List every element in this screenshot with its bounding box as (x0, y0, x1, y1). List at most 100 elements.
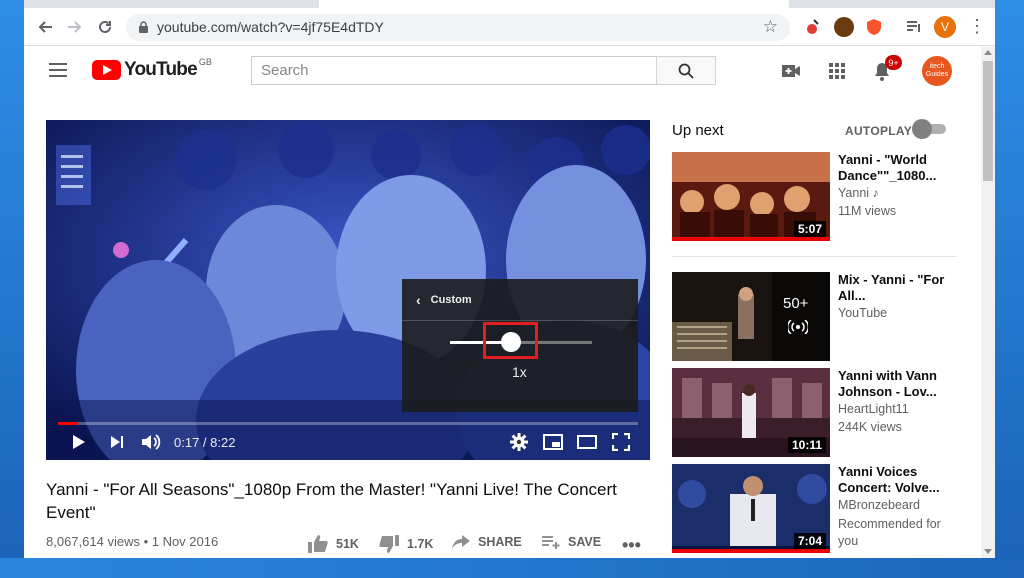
reload-button[interactable] (94, 16, 116, 38)
mix-thumbnail[interactable]: 50+ (672, 272, 830, 361)
like-button[interactable]: 51K (308, 535, 359, 553)
playlist-count: 50+ (783, 295, 809, 312)
thumbs-down-icon (379, 535, 399, 553)
theater-icon (577, 435, 597, 449)
miniplayer-button[interactable] (542, 432, 564, 452)
notification-badge: 9+ (885, 55, 902, 70)
apps-grid-icon[interactable] (826, 60, 848, 82)
reload-icon (99, 20, 111, 33)
up-next-item-3[interactable]: 10:11 Yanni with Vann Johnson - Lov... H… (672, 368, 962, 457)
play-icon (73, 435, 85, 449)
fullscreen-icon (612, 433, 630, 451)
search-input[interactable] (252, 57, 656, 84)
more-actions-icon[interactable]: ••• (622, 535, 641, 556)
autoplay-label: AUTOPLAY (845, 124, 913, 138)
desktop-background-left (0, 0, 24, 578)
search-button[interactable] (656, 56, 716, 85)
video-title[interactable]: Mix - Yanni - "For All... (838, 272, 958, 304)
scroll-down-arrow-icon[interactable] (984, 549, 992, 554)
save-label: SAVE (568, 535, 602, 549)
thumbs-up-icon (308, 535, 328, 553)
video-duration: 5:07 (793, 221, 826, 237)
video-thumbnail[interactable]: 10:11 (672, 368, 830, 457)
channel-name[interactable]: YouTube (838, 306, 958, 320)
speed-menu-title: Custom (430, 293, 472, 306)
channel-name[interactable]: Yanni ♪ (838, 186, 958, 200)
playback-speed-menu: ‹ Custom 1x (402, 279, 638, 412)
browser-menu-icon[interactable]: ⋮ (968, 16, 986, 37)
media-queue-icon[interactable] (904, 17, 924, 37)
save-button[interactable]: SAVE (542, 535, 601, 549)
play-button[interactable] (70, 432, 88, 452)
video-title: Yanni - "For All Seasons"_1080p From the… (46, 480, 617, 522)
share-icon (452, 535, 470, 549)
highlight-box (483, 322, 538, 359)
up-next-item-2[interactable]: 50+ Mix - Yanni - "For All... YouTube (672, 272, 962, 361)
skip-next-icon (111, 436, 123, 448)
gear-icon (510, 433, 528, 451)
share-button[interactable]: SHARE (452, 535, 522, 549)
up-next-item-1[interactable]: 5:07 Yanni - "World Dance""_1080... Yann… (672, 152, 962, 244)
create-video-icon[interactable] (780, 60, 802, 82)
video-title[interactable]: Yanni - "World Dance""_1080... (838, 152, 958, 184)
browser-toolbar: youtube.com/watch?v=4jf75E4dTDY ☆ V ⋮ (24, 8, 995, 46)
video-duration: 10:11 (787, 437, 826, 453)
active-tab[interactable] (319, 0, 789, 8)
volume-icon (142, 434, 161, 450)
scrollbar-thumb[interactable] (983, 61, 993, 181)
speed-value: 1x (512, 364, 527, 380)
shield-extension-icon[interactable] (864, 17, 884, 37)
address-bar[interactable]: youtube.com/watch?v=4jf75E4dTDY ☆ (126, 14, 790, 41)
video-duration: 7:04 (793, 533, 826, 549)
mute-button[interactable] (140, 432, 162, 452)
channel-name[interactable]: MBronzebeard (838, 498, 958, 512)
video-title[interactable]: Yanni with Vann Johnson - Lov... (838, 368, 958, 400)
forward-button[interactable] (64, 16, 86, 38)
tab-strip (24, 0, 995, 8)
dislike-count: 1.7K (407, 537, 434, 551)
miniplayer-icon (543, 434, 563, 450)
extension-icon-2[interactable] (834, 17, 854, 37)
region-code: GB (198, 57, 212, 67)
extension-icon-1[interactable] (804, 17, 824, 37)
youtube-logo[interactable]: YouTube GB (92, 57, 212, 81)
up-next-heading: Up next (672, 122, 724, 139)
like-count: 51K (336, 537, 359, 551)
fullscreen-button[interactable] (611, 432, 631, 452)
autoplay-toggle[interactable] (912, 119, 948, 139)
search-box (251, 56, 656, 85)
video-thumbnail[interactable]: 7:04 (672, 464, 830, 553)
desktop-background-right (995, 0, 1024, 578)
add-to-playlist-icon (542, 536, 560, 549)
menu-icon[interactable] (49, 63, 67, 77)
video-thumbnail[interactable]: 5:07 (672, 152, 830, 241)
view-count: 11M views (838, 204, 897, 218)
bookmark-star-icon[interactable]: ☆ (763, 17, 778, 37)
divider (672, 256, 957, 257)
player-controls: 0:17 / 8:22 (46, 425, 650, 460)
avatar-text-line2: Guides (925, 71, 949, 78)
account-avatar[interactable]: itech Guides (922, 56, 952, 86)
views-and-date: 8,067,614 views • 1 Nov 2016 (46, 534, 219, 549)
page-scrollbar[interactable] (981, 47, 995, 558)
watched-progress (672, 549, 830, 553)
youtube-play-logo-icon (92, 60, 121, 80)
back-button[interactable] (34, 16, 56, 38)
logo-text: YouTube (124, 59, 198, 80)
speed-menu-back[interactable]: ‹ Custom (402, 279, 638, 321)
settings-button[interactable] (509, 432, 529, 452)
video-title[interactable]: Yanni Voices Concert: Volve... (838, 464, 958, 496)
desktop-background-bottom (0, 558, 1024, 578)
arrow-left-icon (38, 21, 52, 33)
profile-avatar[interactable]: V (934, 16, 956, 38)
channel-name[interactable]: HeartLight11 (838, 402, 958, 416)
up-next-item-4[interactable]: 7:04 Yanni Voices Concert: Volve... MBro… (672, 464, 962, 553)
next-button[interactable] (108, 432, 126, 452)
mix-radio-icon (788, 320, 808, 334)
view-count: 244K views (838, 420, 902, 434)
avatar-text-line1: itech (929, 63, 945, 70)
theater-mode-button[interactable] (576, 432, 598, 452)
scroll-up-arrow-icon[interactable] (984, 50, 992, 55)
dislike-button[interactable]: 1.7K (379, 535, 433, 553)
video-player[interactable]: ‹ Custom 1x 0:17 / 8:22 (46, 120, 650, 460)
